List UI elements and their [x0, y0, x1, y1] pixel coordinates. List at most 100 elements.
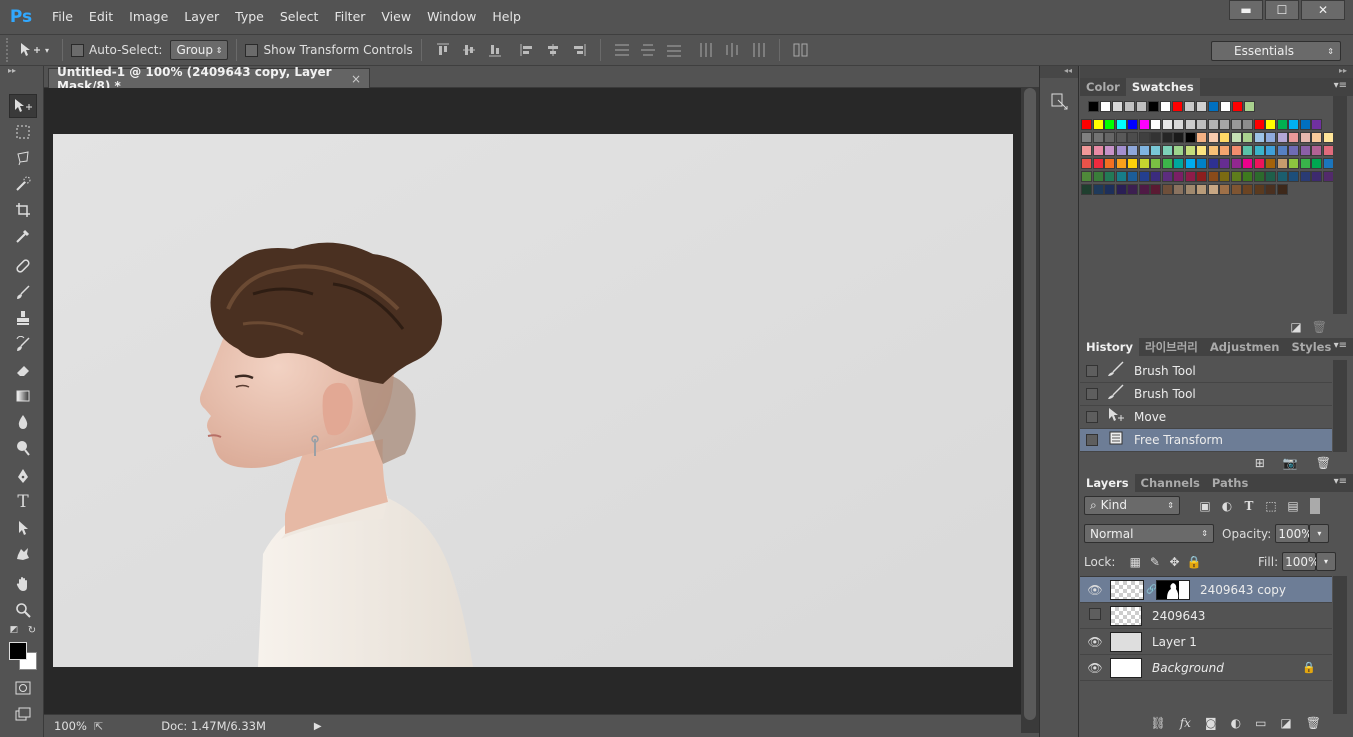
tab-styles[interactable]: Styles: [1285, 338, 1337, 356]
show-transform-checkbox[interactable]: Show Transform Controls: [245, 43, 413, 57]
distribute-left-icon[interactable]: [693, 40, 719, 60]
color-swatch[interactable]: [1138, 132, 1150, 143]
blend-mode-dropdown[interactable]: Normal ⇕: [1084, 524, 1214, 543]
align-top-icon[interactable]: [430, 40, 456, 60]
color-swatch[interactable]: [1173, 184, 1184, 195]
color-swatch[interactable]: [1092, 119, 1104, 130]
color-swatch[interactable]: [1150, 171, 1161, 182]
snapshot-camera-icon[interactable]: 📷: [1283, 456, 1298, 470]
tab-color[interactable]: Color: [1080, 78, 1126, 96]
color-swatch[interactable]: [1311, 132, 1322, 143]
color-swatch[interactable]: [1242, 132, 1253, 143]
tab-channels[interactable]: Channels: [1135, 474, 1206, 492]
color-swatch[interactable]: [1207, 145, 1219, 156]
swatches-scrollbar[interactable]: [1333, 96, 1347, 314]
color-swatch[interactable]: [1265, 184, 1276, 195]
visibility-off-box[interactable]: [1080, 608, 1110, 623]
dock-collapse-icon[interactable]: ◂◂: [1040, 66, 1078, 78]
color-swatch[interactable]: [1104, 119, 1115, 130]
menu-window[interactable]: Window: [419, 0, 484, 34]
filter-pixel-icon[interactable]: ▣: [1194, 499, 1216, 513]
history-snapshot-check[interactable]: [1086, 411, 1098, 423]
color-swatch[interactable]: [1196, 132, 1207, 143]
color-swatch[interactable]: [1112, 101, 1123, 112]
color-swatch[interactable]: [1104, 132, 1115, 143]
opacity-slider-toggle[interactable]: ▾: [1309, 524, 1330, 543]
visibility-eye-icon[interactable]: 👁: [1080, 583, 1110, 597]
color-swatch[interactable]: [1230, 145, 1242, 156]
visibility-eye-icon[interactable]: 👁: [1080, 661, 1110, 675]
align-right-icon[interactable]: [566, 40, 592, 60]
color-swatch[interactable]: [1161, 145, 1173, 156]
close-tab-icon[interactable]: ×: [351, 72, 361, 86]
color-swatch[interactable]: [1276, 145, 1288, 156]
color-swatch[interactable]: [1207, 184, 1219, 195]
layer-name[interactable]: Background: [1152, 661, 1302, 675]
color-swatch[interactable]: [1173, 158, 1184, 169]
history-snapshot-check[interactable]: [1086, 434, 1098, 446]
color-swatch[interactable]: [1253, 184, 1265, 195]
document-tab[interactable]: Untitled-1 @ 100% (2409643 copy, Layer M…: [48, 65, 370, 93]
mask-link-icon[interactable]: 🔗: [1146, 585, 1157, 595]
color-swatch[interactable]: [1104, 158, 1115, 169]
quick-selection-tool-icon[interactable]: [9, 172, 37, 196]
color-swatch[interactable]: [1092, 132, 1104, 143]
brush-tool-icon[interactable]: [9, 280, 37, 304]
distribute-vcenter-icon[interactable]: [635, 40, 661, 60]
color-swatch[interactable]: [1207, 119, 1219, 130]
eyedropper-tool-icon[interactable]: [9, 224, 37, 248]
move-tool-preset-icon[interactable]: ▾: [14, 42, 54, 58]
history-item[interactable]: Brush Tool: [1080, 360, 1332, 383]
color-swatch[interactable]: [1288, 171, 1299, 182]
history-snapshot-check[interactable]: [1086, 388, 1098, 400]
color-swatch[interactable]: [1115, 132, 1127, 143]
lock-pixels-icon[interactable]: ✎: [1145, 555, 1165, 569]
color-swatch[interactable]: [1288, 119, 1299, 130]
color-swatch[interactable]: [1288, 132, 1299, 143]
color-swatch[interactable]: [1127, 171, 1138, 182]
distribute-hcenter-icon[interactable]: [719, 40, 745, 60]
color-swatch[interactable]: [1299, 158, 1311, 169]
align-vcenter-icon[interactable]: [456, 40, 482, 60]
color-swatch[interactable]: [1207, 171, 1219, 182]
canvas-area[interactable]: [44, 88, 1021, 714]
color-swatch[interactable]: [1081, 184, 1092, 195]
auto-align-icon[interactable]: [788, 40, 814, 60]
layer-row[interactable]: 👁 Background 🔒: [1080, 655, 1332, 681]
color-swatch[interactable]: [1081, 145, 1092, 156]
lock-transparency-icon[interactable]: ▦: [1125, 555, 1145, 569]
color-swatch[interactable]: [1208, 101, 1219, 112]
history-brush-tool-icon[interactable]: [9, 332, 37, 356]
color-swatch[interactable]: [1196, 171, 1207, 182]
color-swatch[interactable]: [1150, 119, 1161, 130]
color-swatch[interactable]: [1081, 158, 1092, 169]
color-swatch[interactable]: [1172, 101, 1183, 112]
default-colors-icon[interactable]: ◩: [5, 622, 23, 638]
color-swatch[interactable]: [1150, 184, 1161, 195]
color-swatch[interactable]: [1104, 184, 1115, 195]
color-swatch[interactable]: [1299, 132, 1311, 143]
options-grip[interactable]: [6, 38, 14, 62]
menu-help[interactable]: Help: [484, 0, 529, 34]
color-swatch[interactable]: [1184, 101, 1195, 112]
color-swatch[interactable]: [1219, 158, 1230, 169]
fill-slider-toggle[interactable]: ▾: [1316, 552, 1336, 571]
color-swatch[interactable]: [1173, 145, 1184, 156]
distribute-top-icon[interactable]: [609, 40, 635, 60]
color-swatch[interactable]: [1138, 119, 1150, 130]
color-swatch[interactable]: [1104, 145, 1115, 156]
opacity-input[interactable]: 100%: [1275, 524, 1313, 543]
layer-style-icon[interactable]: fx: [1180, 716, 1191, 730]
color-swatch[interactable]: [1276, 119, 1288, 130]
color-swatch[interactable]: [1265, 145, 1276, 156]
color-swatch[interactable]: [1100, 101, 1111, 112]
color-swatch[interactable]: [1230, 119, 1242, 130]
panel-menu-icon[interactable]: ▾≡: [1334, 340, 1347, 351]
auto-select-dropdown[interactable]: Group ⇕: [170, 40, 229, 60]
vertical-scroll-thumb[interactable]: [1024, 88, 1036, 720]
color-swatch[interactable]: [1161, 171, 1173, 182]
fill-input[interactable]: 100%: [1282, 552, 1319, 571]
color-swatch[interactable]: [1127, 119, 1138, 130]
dodge-tool-icon[interactable]: [9, 436, 37, 460]
layer-name[interactable]: 2409643 copy: [1200, 583, 1286, 597]
